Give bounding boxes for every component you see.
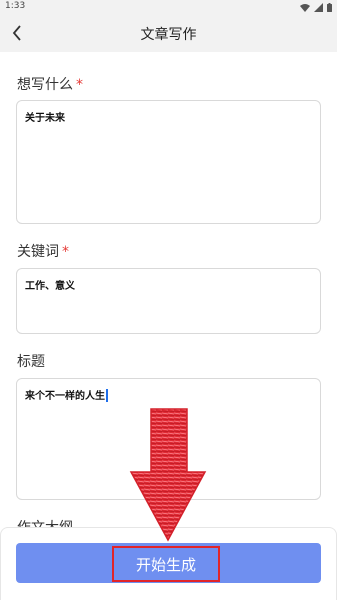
keywords-label: 关键词 * bbox=[17, 241, 69, 261]
status-bar: 1:33 bbox=[0, 0, 337, 14]
keywords-textarea[interactable]: 工作、意义 bbox=[16, 268, 321, 334]
generate-button-label: 开始生成 bbox=[135, 555, 196, 574]
title-label-text: 标题 bbox=[17, 354, 45, 370]
topic-value: 关于未来 bbox=[25, 113, 65, 124]
form-content[interactable]: 想写什么 * 关于未来 关键词 * 工作、意义 标题 来个不一样的人生 作文大纲 bbox=[0, 52, 337, 600]
keywords-label-text: 关键词 bbox=[17, 244, 59, 260]
title-label: 标题 bbox=[17, 351, 45, 371]
required-mark: * bbox=[62, 244, 69, 260]
page-title: 文章写作 bbox=[140, 27, 197, 43]
title-textarea[interactable]: 来个不一样的人生 bbox=[16, 378, 321, 500]
status-time: 1:33 bbox=[5, 1, 26, 11]
battery-icon bbox=[327, 2, 332, 12]
status-icons bbox=[300, 2, 332, 12]
topic-label-text: 想写什么 bbox=[17, 77, 73, 93]
wifi-icon bbox=[300, 3, 310, 12]
keywords-value: 工作、意义 bbox=[25, 281, 75, 292]
topic-label: 想写什么 * bbox=[17, 74, 83, 94]
signal-icon bbox=[314, 2, 323, 12]
generate-button-highlight[interactable]: 开始生成 bbox=[112, 546, 220, 582]
required-mark: * bbox=[76, 77, 83, 93]
title-value-text: 来个不一样的人生 bbox=[25, 391, 105, 402]
topic-textarea[interactable]: 关于未来 bbox=[16, 100, 321, 224]
title-value: 来个不一样的人生 bbox=[25, 387, 312, 402]
app-bar: 文章写作 bbox=[0, 14, 337, 52]
text-cursor bbox=[106, 389, 108, 402]
